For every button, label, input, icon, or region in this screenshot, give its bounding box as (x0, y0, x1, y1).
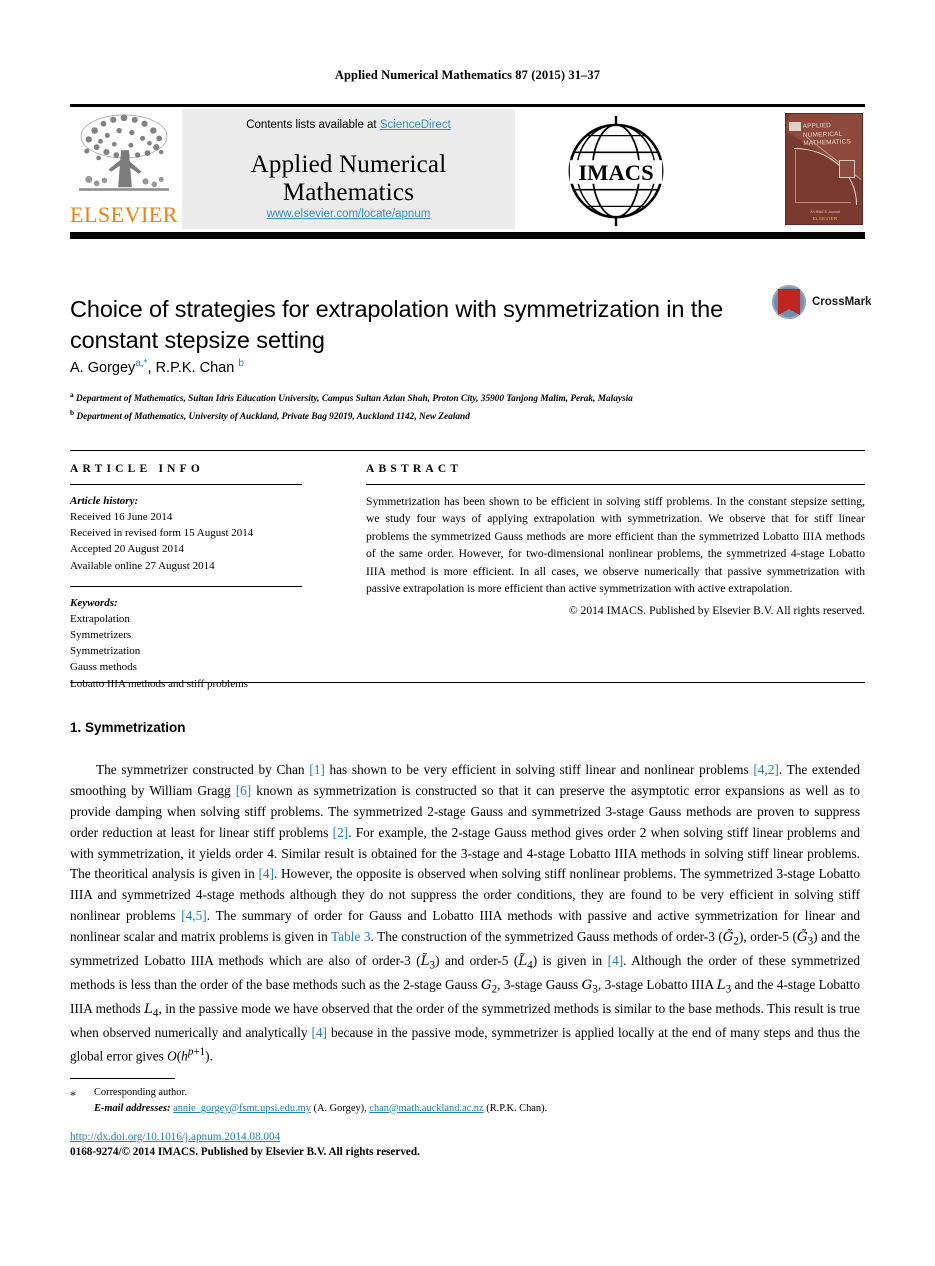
imacs-globe-icon: IMACS (568, 116, 664, 226)
email-line: E-mail addresses: annie_gorgey@fsmt.upsi… (94, 1101, 770, 1117)
running-head: Applied Numerical Mathematics 87 (2015) … (334, 68, 601, 82)
journal-cover-wrap: APPLIED NUMERICAL MATHEMATICS An IMACS J… (785, 109, 865, 229)
history-item: Received in revised form 15 August 2014 (70, 527, 254, 540)
masthead-top-rule (70, 104, 865, 107)
doi-link[interactable]: http://dx.doi.org/10.1016/j.apnum.2014.0… (70, 1131, 280, 1143)
page-title: Choice of strategies for extrapolation w… (70, 295, 724, 353)
affiliation-b-text: Department of Mathematics, University of… (76, 411, 470, 422)
affiliation-b: b Department of Mathematics, University … (70, 407, 470, 422)
contents-panel: Contents lists available at ScienceDirec… (182, 109, 515, 229)
article-info-heading: ARTICLE INFO (70, 463, 205, 475)
abstract-copyright: © 2014 IMACS. Published by Elsevier B.V.… (568, 604, 865, 618)
author-list: A. Gorgeya,*, R.P.K. Chan b (70, 358, 244, 376)
contents-available-line: Contents lists available at ScienceDirec… (182, 119, 515, 131)
elsevier-wordmark: ELSEVIER (70, 202, 178, 227)
keywords-divider (70, 585, 302, 587)
article-info-column: ARTICLE INFO Article history: Received 1… (70, 463, 302, 692)
email-link-1[interactable]: annie_gorgey@fsmt.upsi.edu.my (173, 1103, 311, 1114)
journal-homepage-link[interactable]: www.elsevier.com/locate/apnum (182, 208, 515, 220)
asterisk-icon: * (70, 1088, 76, 1102)
sciencedirect-link[interactable]: ScienceDirect (380, 119, 451, 131)
footnote-rule (70, 1078, 175, 1079)
email-owner-1: (A. Gorgey), (313, 1102, 367, 1114)
article-history-block: Article history: Received 16 June 2014 R… (70, 493, 302, 574)
cover-seal (839, 160, 855, 178)
affiliation-a-text: Department of Mathematics, Sultan Idris … (76, 394, 633, 405)
cover-title: APPLIED NUMERICAL MATHEMATICS (803, 121, 862, 149)
journal-masthead: ELSEVIER Contents lists available at Sci… (70, 104, 865, 229)
keyword-item: Symmetrization (70, 645, 141, 658)
cover-brand: ELSEVIER (812, 216, 838, 221)
issn-copyright-line: 0168-9274/© 2014 IMACS. Published by Els… (70, 1146, 420, 1158)
masthead-bottom-rule (70, 232, 865, 239)
abstract-column: ABSTRACT Symmetrization has been shown t… (366, 463, 865, 617)
svg-text:IMACS: IMACS (578, 160, 653, 185)
body-text: The symmetrizer constructed by Chan [1] … (70, 760, 860, 1067)
elsevier-tree-icon (79, 114, 169, 191)
abstract-text: Symmetrization has been shown to be effi… (366, 495, 865, 595)
crossmark-circle-icon (772, 285, 806, 319)
keywords-block: Keywords: Extrapolation Symmetrizers Sym… (70, 595, 302, 692)
cover-badge (789, 122, 801, 131)
crossmark-bookmark-icon (778, 289, 800, 315)
email-label: E-mail addresses: (94, 1102, 171, 1114)
cover-footer-text: An IMACS Journal (810, 210, 840, 214)
keyword-item: Extrapolation (70, 612, 130, 625)
body-paragraph-1: The symmetrizer constructed by Chan [1] … (70, 762, 861, 1064)
section-heading-1: 1. Symmetrization (70, 720, 186, 735)
crossmark-badge[interactable]: CrossMark (772, 285, 871, 319)
article-info-divider (70, 484, 302, 485)
journal-cover-image: APPLIED NUMERICAL MATHEMATICS An IMACS J… (785, 113, 863, 225)
email-link-2[interactable]: chan@math.auckland.ac.nz (369, 1103, 483, 1114)
journal-article-page: Applied Numerical Mathematics 87 (2015) … (0, 0, 935, 1266)
keyword-item: Lobatto IIIA methods and stiff problems (70, 677, 248, 690)
abstract-heading: ABSTRACT (366, 463, 463, 475)
imacs-logo-wrap: IMACS (515, 109, 785, 229)
info-top-rule (70, 450, 865, 451)
article-history-label: Article history: (70, 495, 139, 507)
abstract-divider (366, 484, 865, 485)
keywords-label: Keywords: (70, 596, 118, 609)
footnote-block: * Corresponding author. E-mail addresses… (70, 1085, 770, 1116)
corresponding-author-note: Corresponding author. (94, 1087, 187, 1098)
abstract-bottom-rule (70, 682, 865, 683)
history-item: Accepted 20 August 2014 (70, 543, 184, 556)
journal-title: Applied Numerical Mathematics (250, 151, 447, 206)
affiliations: a Department of Mathematics, Sultan Idri… (70, 389, 830, 424)
email-owner-2: (R.P.K. Chan). (486, 1102, 548, 1114)
keyword-item: Symmetrizers (70, 629, 132, 642)
history-item: Available online 27 August 2014 (70, 559, 215, 572)
keyword-item: Gauss methods (70, 661, 137, 674)
affiliation-a: a Department of Mathematics, Sultan Idri… (70, 390, 633, 405)
elsevier-logo: ELSEVIER (70, 109, 178, 229)
crossmark-label: CrossMark (812, 296, 872, 308)
contents-prefix: Contents lists available at (246, 119, 380, 131)
history-item: Received 16 June 2014 (70, 511, 173, 524)
